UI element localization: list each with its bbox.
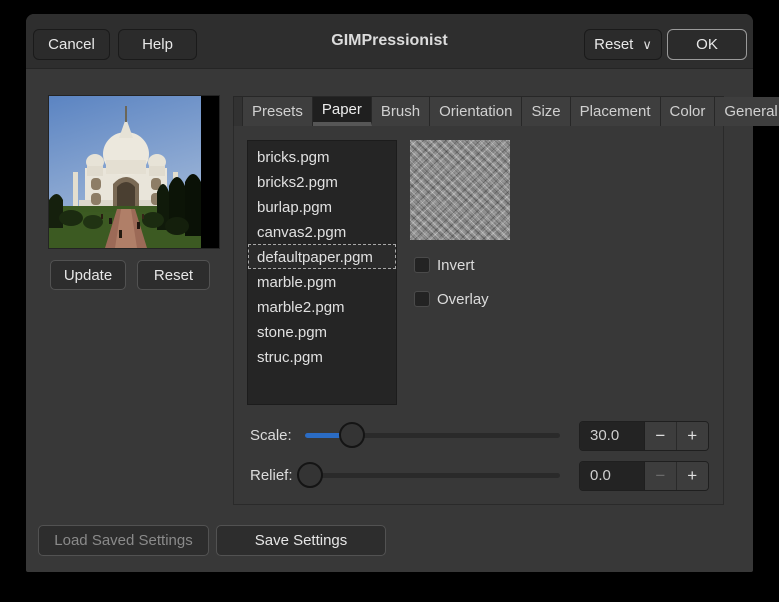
list-item[interactable]: marble2.pgm: [248, 294, 396, 319]
overlay-checkbox[interactable]: [414, 291, 430, 307]
tab-placement[interactable]: Placement: [571, 97, 661, 126]
cancel-button[interactable]: Cancel: [33, 29, 110, 60]
tab-orientation[interactable]: Orientation: [430, 97, 522, 126]
reset-dropdown-label: Reset: [594, 36, 633, 53]
scale-value-input[interactable]: 30.0: [580, 422, 645, 450]
chevron-down-icon: ∨: [642, 37, 652, 53]
load-saved-settings-button[interactable]: Load Saved Settings: [38, 525, 209, 556]
scale-label: Scale:: [250, 427, 292, 444]
scale-spinbox: 30.0 − +: [579, 421, 709, 451]
relief-label: Relief:: [250, 467, 293, 484]
source-preview: [48, 95, 220, 249]
minus-icon: −: [655, 466, 665, 486]
tab-general[interactable]: General: [715, 97, 779, 126]
settings-notebook: Presets Paper Brush Orientation Size Pla…: [233, 96, 724, 505]
ok-button[interactable]: OK: [667, 29, 747, 60]
help-button[interactable]: Help: [118, 29, 197, 60]
overlay-label: Overlay: [437, 291, 489, 308]
tab-bar: Presets Paper Brush Orientation Size Pla…: [233, 96, 724, 127]
list-item[interactable]: bricks.pgm: [248, 144, 396, 169]
gimpressionist-dialog: Cancel Help GIMPressionist Reset ∨ OK: [26, 14, 753, 572]
update-preview-button[interactable]: Update: [50, 260, 126, 290]
tab-size[interactable]: Size: [522, 97, 570, 126]
relief-decrement-button[interactable]: −: [645, 462, 676, 490]
tab-presets[interactable]: Presets: [242, 97, 313, 126]
invert-checkbox-row[interactable]: Invert: [414, 256, 475, 274]
paper-texture-preview: [410, 140, 510, 240]
minus-icon: −: [655, 426, 665, 446]
header-bar: Cancel Help GIMPressionist Reset ∨ OK: [26, 14, 753, 69]
list-item[interactable]: canvas2.pgm: [248, 219, 396, 244]
scale-slider-track[interactable]: [305, 433, 560, 438]
reset-preview-button[interactable]: Reset: [137, 260, 210, 290]
list-item[interactable]: bricks2.pgm: [248, 169, 396, 194]
reset-dropdown-button[interactable]: Reset ∨: [584, 29, 662, 60]
list-item[interactable]: struc.pgm: [248, 344, 396, 369]
scale-slider-handle[interactable]: [339, 422, 365, 448]
tab-paper[interactable]: Paper: [313, 97, 372, 126]
relief-increment-button[interactable]: +: [677, 462, 708, 490]
scale-increment-button[interactable]: +: [677, 422, 708, 450]
save-settings-button[interactable]: Save Settings: [216, 525, 386, 556]
tab-brush[interactable]: Brush: [372, 97, 430, 126]
plus-icon: +: [687, 466, 697, 486]
list-item[interactable]: stone.pgm: [248, 319, 396, 344]
preview-image: [49, 96, 201, 248]
scale-decrement-button[interactable]: −: [645, 422, 676, 450]
relief-slider-handle[interactable]: [297, 462, 323, 488]
invert-label: Invert: [437, 257, 475, 274]
relief-spinbox: 0.0 − +: [579, 461, 709, 491]
tab-color[interactable]: Color: [661, 97, 716, 126]
list-item[interactable]: marble.pgm: [248, 269, 396, 294]
list-item[interactable]: burlap.pgm: [248, 194, 396, 219]
invert-checkbox[interactable]: [414, 257, 430, 273]
plus-icon: +: [687, 426, 697, 446]
relief-value-input[interactable]: 0.0: [580, 462, 645, 490]
overlay-checkbox-row[interactable]: Overlay: [414, 290, 489, 308]
list-item-selected[interactable]: defaultpaper.pgm: [248, 244, 396, 269]
paper-file-list[interactable]: bricks.pgm bricks2.pgm burlap.pgm canvas…: [247, 140, 397, 405]
relief-slider-track[interactable]: [305, 473, 560, 478]
